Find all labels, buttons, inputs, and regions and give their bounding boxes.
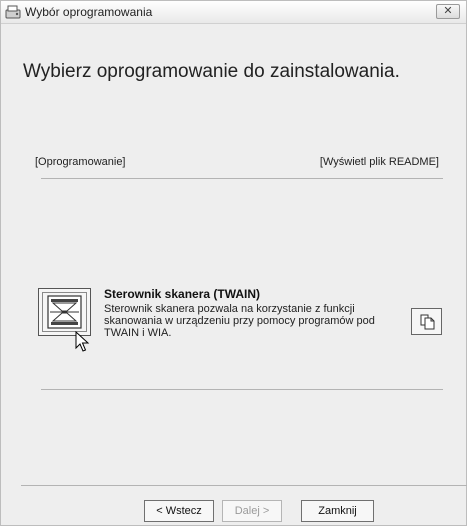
view-readme-link[interactable]: [Wyświetl plik README] xyxy=(320,156,439,168)
footer-divider xyxy=(21,485,467,486)
page-heading: Wybierz oprogramowanie do zainstalowania… xyxy=(23,61,400,82)
back-button[interactable]: < Wstecz xyxy=(144,500,214,522)
window-title: Wybór oprogramowania xyxy=(25,5,153,19)
scanner-icon xyxy=(47,295,82,329)
readme-button[interactable] xyxy=(411,308,442,335)
close-button[interactable]: ✕ xyxy=(436,4,460,19)
close-dialog-button[interactable]: Zamknij xyxy=(301,500,374,522)
software-title: Sterownik skanera (TWAIN) xyxy=(104,287,261,301)
software-description: Sterownik skanera pozwala na korzystanie… xyxy=(104,303,375,339)
installer-window: Wybór oprogramowania ✕ Wybierz oprogramo… xyxy=(0,0,467,526)
scanner-driver-button[interactable] xyxy=(38,288,91,336)
document-icon xyxy=(420,314,435,330)
section-divider xyxy=(41,178,443,179)
next-button[interactable]: Dalej > xyxy=(222,500,282,522)
software-section-label: [Oprogramowanie] xyxy=(35,156,126,168)
mouse-cursor-icon xyxy=(75,331,90,352)
app-icon xyxy=(5,5,21,19)
title-bar: Wybór oprogramowania ✕ xyxy=(1,1,466,24)
content-divider xyxy=(41,389,443,390)
